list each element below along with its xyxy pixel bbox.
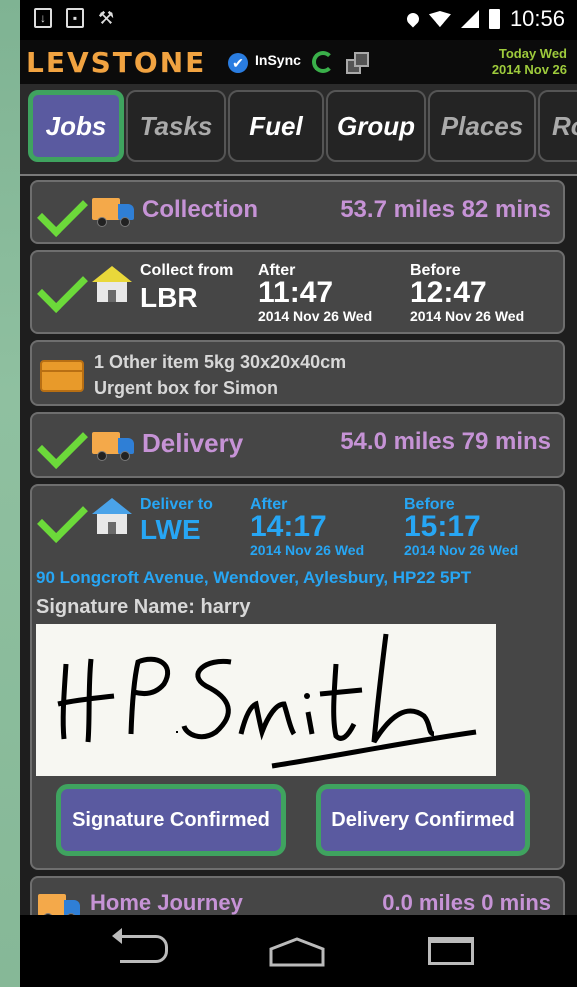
tab-fuel[interactable]: Fuel (228, 90, 324, 162)
sync-status-label: InSync (255, 52, 301, 68)
item-description: 1 Other item 5kg 30x20x40cm (94, 352, 347, 372)
tab-tasks[interactable]: Tasks (126, 90, 226, 162)
phone-screen: ↓ ▪ ⚒ 10:56 LEVSTONE ✔ InSync Today Wed … (20, 0, 577, 987)
signature-name: Signature Name: harry (36, 596, 251, 618)
delivery-confirmed-button[interactable]: Delivery Confirmed (316, 784, 530, 856)
before-time: 15:17 (404, 510, 481, 543)
collect-from-row[interactable]: Collect from LBR After 11:47 2014 Nov 26… (30, 250, 565, 334)
house-icon (92, 498, 132, 536)
deliver-to-code: LWE (140, 514, 201, 545)
item-row[interactable]: 1 Other item 5kg 30x20x40cm Urgent box f… (30, 340, 565, 406)
before-date: 2014 Nov 26 Wed (410, 308, 525, 324)
delivery-title: Delivery (142, 428, 244, 458)
delivery-summary: 54.0 miles 79 mins (340, 428, 551, 455)
job-list[interactable]: Collection 53.7 miles 82 mins Collect fr… (20, 176, 577, 915)
sync-icon[interactable] (312, 51, 334, 73)
check-icon (37, 418, 88, 469)
collection-summary: 53.7 miles 82 mins (340, 196, 551, 223)
after-time: 11:47 (258, 276, 334, 309)
location-icon (404, 10, 422, 28)
collect-from-code: LBR (140, 282, 198, 313)
check-icon (37, 262, 88, 313)
tool-icon: ⚒ (98, 8, 115, 28)
tab-places[interactable]: Places (428, 90, 536, 162)
tab-bar: Jobs Tasks Fuel Group Places Ro (20, 84, 577, 176)
collection-row[interactable]: Collection 53.7 miles 82 mins (30, 180, 565, 244)
home-journey-title: Home Journey (90, 890, 243, 915)
delivery-row[interactable]: Delivery 54.0 miles 79 mins (30, 412, 565, 478)
tab-group[interactable]: Group (326, 90, 426, 162)
back-icon[interactable] (112, 928, 168, 963)
today-date-day: Today Wed (498, 46, 567, 61)
windows-icon[interactable] (346, 52, 369, 74)
signature-drawing (57, 633, 477, 769)
recent-apps-icon[interactable] (428, 937, 474, 965)
deliver-to-label: Deliver to (140, 496, 213, 513)
today-date: Today Wed 2014 Nov 26 (492, 46, 567, 78)
app-logo: LEVSTONE (26, 46, 207, 79)
delivery-address[interactable]: 90 Longcroft Avenue, Wendover, Aylesbury… (36, 568, 471, 588)
navigation-bar (20, 915, 577, 987)
home-icon[interactable] (269, 937, 325, 967)
before-time: 12:47 (410, 276, 487, 309)
wifi-icon (428, 11, 451, 27)
app-header: LEVSTONE ✔ InSync Today Wed 2014 Nov 26 (20, 40, 577, 84)
after-date: 2014 Nov 26 Wed (258, 308, 373, 324)
tab-routes[interactable]: Ro (538, 90, 577, 162)
house-icon (92, 266, 132, 304)
collection-title: Collection (142, 196, 259, 223)
signal-icon (460, 10, 479, 28)
truck-icon (92, 198, 136, 227)
battery-icon (488, 9, 500, 29)
collect-from-label: Collect from (140, 262, 234, 279)
home-journey-row[interactable]: Home Journey 0.0 miles 0 mins (30, 876, 565, 915)
deliver-to-card[interactable]: Deliver to LWE After 14:17 2014 Nov 26 W… (30, 484, 565, 870)
truck-icon (92, 432, 136, 461)
item-note: Urgent box for Simon (94, 378, 278, 398)
signature-confirmed-button[interactable]: Signature Confirmed (56, 784, 286, 856)
check-icon (37, 186, 88, 237)
image-icon: ▪ (66, 8, 84, 28)
box-icon (40, 360, 84, 392)
clock: 10:56 (509, 6, 565, 31)
download-icon: ↓ (34, 8, 52, 28)
signature-pad[interactable] (36, 624, 496, 776)
status-bar: ↓ ▪ ⚒ 10:56 (20, 0, 577, 40)
verified-icon: ✔ (228, 53, 248, 73)
check-icon (37, 492, 88, 543)
after-date: 2014 Nov 26 Wed (250, 542, 365, 558)
before-date: 2014 Nov 26 Wed (404, 542, 519, 558)
today-date-full: 2014 Nov 26 (491, 62, 567, 77)
after-time: 14:17 (250, 510, 327, 543)
truck-icon (38, 894, 82, 915)
home-journey-summary: 0.0 miles 0 mins (382, 890, 551, 915)
tab-jobs[interactable]: Jobs (28, 90, 124, 162)
